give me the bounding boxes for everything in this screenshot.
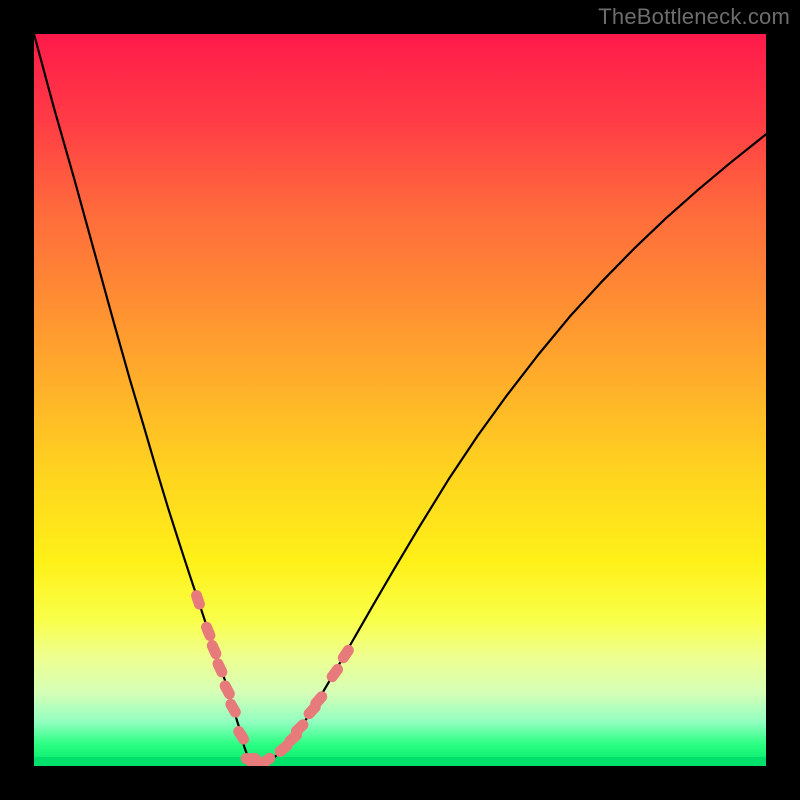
marker-point: [218, 678, 237, 701]
marker-point: [211, 657, 230, 680]
bottleneck-curve: [34, 34, 766, 765]
marker-point: [199, 620, 217, 643]
watermark-label: TheBottleneck.com: [598, 4, 790, 30]
marker-point: [231, 724, 251, 747]
marker-point: [190, 589, 207, 611]
marker-point: [324, 662, 345, 685]
chart-frame: TheBottleneck.com: [0, 0, 800, 800]
curve-layer: [34, 34, 766, 766]
marker-point: [336, 643, 356, 666]
plot-area: [34, 34, 766, 766]
marker-point: [205, 638, 223, 661]
marker-point: [223, 697, 243, 720]
